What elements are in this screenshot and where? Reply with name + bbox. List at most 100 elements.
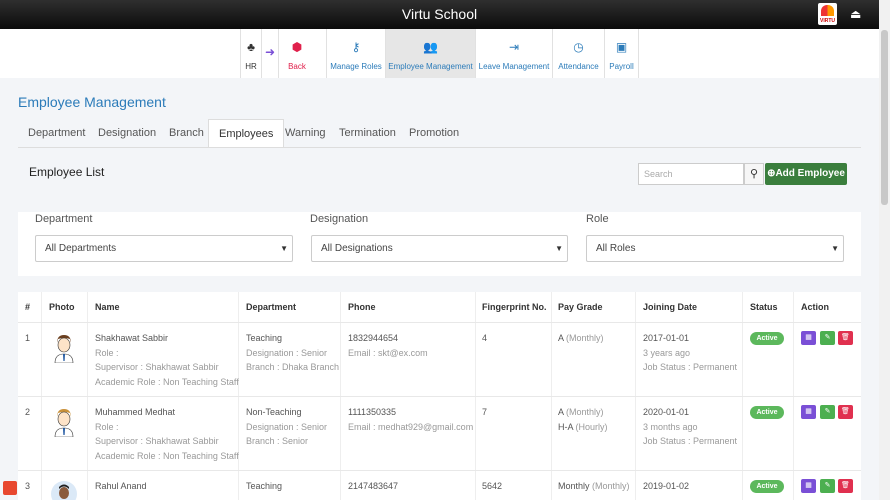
school-logo[interactable]: VIRTU [818,3,837,25]
view-button[interactable]: ▦ [801,331,816,345]
status-badge: Active [750,480,784,493]
col-header-action: Action [801,302,829,312]
search-button[interactable]: ⚲ [744,163,764,185]
edit-button[interactable]: ✎ [820,405,835,419]
nav-back[interactable]: ⬢ Back [278,29,315,78]
col-header-photo: Photo [49,302,75,312]
col-header-status: Status [750,302,778,312]
col-header-num: # [25,302,31,312]
row-divider [18,322,861,323]
employee-designation: Designation : Senior [246,347,328,358]
caret-down-icon: ▼ [280,244,288,253]
edit-button[interactable]: ✎ [820,331,835,345]
row-number: 1 [25,333,31,343]
delete-button[interactable]: 🗑 [838,479,853,493]
caret-down-icon: ▼ [831,244,839,253]
employee-pay-grade: A (Monthly) [558,407,604,417]
employee-job-status: Job Status : Permanent [643,436,738,446]
back-icon: ⬢ [291,40,303,54]
org-chart-icon: ♣ [247,40,255,54]
roles-icon: ⚷ [351,40,361,54]
row-divider [18,470,861,471]
employee-duration: 3 years ago [643,347,691,358]
trash-icon: 🗑 [841,334,850,341]
tab-designation[interactable]: Designation [88,119,166,148]
tab-termination[interactable]: Termination [329,119,406,148]
employee-name[interactable]: Muhammed Medhat [95,405,175,420]
tab-employees[interactable]: Employees [208,119,285,148]
nav-arrow[interactable]: ➜ [261,29,278,78]
col-header-phone: Phone [348,302,376,312]
arrow-right-icon: ➜ [264,45,276,59]
nav-leave-management[interactable]: ⇥ Leave Management [475,29,552,78]
book-icon: ▣ [615,40,628,54]
module-nav: ♣ HR ➜ ⬢ Back ⚷ Manage Roles 👥 Employee … [0,29,879,78]
filter-role-label: Role [586,213,609,225]
filter-designation-select[interactable]: All Designations ▼ [311,235,568,262]
view-button[interactable]: ▦ [801,405,816,419]
edit-icon: ✎ [824,408,831,415]
tab-department[interactable]: Department [18,119,95,148]
grid-icon: ▦ [805,482,812,489]
tab-branch[interactable]: Branch [159,119,214,148]
app-launcher-icon[interactable] [3,481,17,495]
logout-icon[interactable]: ⏏ [850,7,861,21]
nav-payroll[interactable]: ▣ Payroll [604,29,639,78]
add-employee-button[interactable]: ⊕Add Employee [765,163,847,185]
search-icon: ⚲ [749,168,759,180]
employee-phone: 1832944654 [348,333,399,343]
scrollbar[interactable] [879,0,890,500]
grid-icon: ▦ [805,408,812,415]
employee-email: Email : skt@ex.com [348,347,428,358]
edit-button[interactable]: ✎ [820,479,835,493]
employee-designation: Designation : Senior [246,421,328,432]
edit-icon: ✎ [824,334,831,341]
nav-hr[interactable]: ♣ HR [240,29,261,78]
filter-designation-label: Designation [310,213,369,225]
app-title: Virtu School [401,6,478,22]
trash-icon: 🗑 [841,408,850,415]
employee-name[interactable]: Rahul Anand [95,479,147,494]
calendar-clock-icon: ◷ [573,40,584,54]
employee-phone: 1111350335 [348,407,397,417]
filter-department-label: Department [35,213,93,225]
nav-manage-roles[interactable]: ⚷ Manage Roles [326,29,385,78]
nav-attendance[interactable]: ◷ Attendance [552,29,604,78]
search-input[interactable] [638,163,744,185]
row-number: 3 [25,481,31,491]
top-bar: Virtu School VIRTU ⏏ [0,0,879,29]
employee-role: Role : [95,421,119,432]
status-badge: Active [750,332,784,345]
employee-academic-role: Academic Role : Non Teaching Staff [95,376,239,387]
users-icon: 👥 [423,40,438,54]
col-header-joining-date: Joining Date [643,302,698,312]
tab-warning[interactable]: Warning [275,119,336,148]
employee-avatar [51,481,77,500]
employee-academic-role: Academic Role : Non Teaching Staff [95,450,239,461]
employee-joining-date: 2020-01-01 [643,407,690,417]
row-divider [18,396,861,397]
employee-name[interactable]: Shakhawat Sabbir [95,331,168,346]
scrollbar-thumb[interactable] [881,30,888,205]
employee-role: Role : [95,347,119,358]
employee-fingerprint: 4 [482,333,488,343]
filter-role-select[interactable]: All Roles ▼ [586,235,844,262]
logo-mark-icon [821,5,834,16]
view-button[interactable]: ▦ [801,479,816,493]
col-header-pay-grade: Pay Grade [558,302,603,312]
employee-avatar [54,335,74,363]
employee-fingerprint: 7 [482,407,488,417]
page-title: Employee Management [18,94,166,110]
delete-button[interactable]: 🗑 [838,405,853,419]
tab-promotion[interactable]: Promotion [399,119,469,148]
employee-department: Non-Teaching [246,407,302,417]
employee-pay-grade: A (Monthly) [558,333,604,343]
nav-employee-management[interactable]: 👥 Employee Management [385,29,475,78]
row-number: 2 [25,407,31,417]
employee-duration: 3 months ago [643,421,698,432]
edit-icon: ✎ [824,482,831,489]
delete-button[interactable]: 🗑 [838,331,853,345]
filter-department-select[interactable]: All Departments ▼ [35,235,293,262]
employee-branch: Branch : Dhaka Branch [246,362,340,372]
tab-divider [18,147,861,148]
